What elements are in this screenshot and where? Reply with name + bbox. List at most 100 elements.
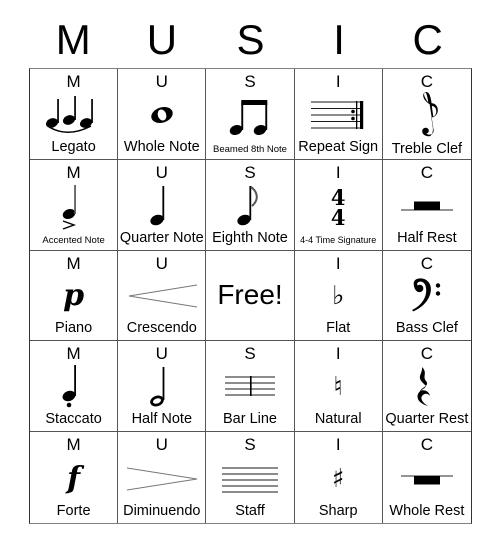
cell-label: Half Rest <box>397 229 457 246</box>
bingo-cell-treble-clef[interactable]: C Treble Clef <box>382 69 471 160</box>
eighth-note-icon <box>208 182 291 230</box>
quarter-note-icon <box>120 182 203 230</box>
whole-note-icon <box>120 91 203 139</box>
repeat-sign-icon <box>297 91 380 139</box>
bingo-cell-forte[interactable]: M f Forte <box>30 432 119 523</box>
cell-letter: I <box>335 72 341 91</box>
flat-sign-icon: ♭ <box>297 273 380 321</box>
cell-label: Half Note <box>131 411 193 428</box>
cell-label: Quarter Rest <box>385 411 469 428</box>
cell-label: Whole Note <box>123 138 200 155</box>
cell-label: Bass Clef <box>395 320 458 337</box>
bingo-cell-diminuendo[interactable]: U Diminuendo <box>118 432 207 523</box>
bass-clef-icon <box>385 273 469 321</box>
sharp-sign-glyph: ♯ <box>331 463 345 494</box>
cell-letter: S <box>244 162 256 182</box>
cell-letter: S <box>244 435 256 455</box>
cell-label: 4-4 Time Signature <box>300 234 377 245</box>
bingo-cell-half-note[interactable]: U Half Note <box>118 341 207 433</box>
bingo-cell-natural[interactable]: I ♮ Natural <box>294 341 383 433</box>
cell-letter: C <box>420 162 434 182</box>
bingo-cell-quarter-note[interactable]: U Quarter Note <box>118 159 207 251</box>
cell-letter: C <box>420 72 434 91</box>
cell-letter: M <box>66 72 81 91</box>
staccato-note-icon <box>32 363 115 411</box>
bingo-cell-eighth-note[interactable]: S Eighth Note <box>206 159 295 251</box>
bingo-cell-sharp[interactable]: I ♯ Sharp <box>294 432 383 523</box>
cell-label: Accented Note <box>42 234 105 246</box>
bingo-cell-whole-note[interactable]: U Whole Note <box>118 69 207 160</box>
bingo-cell-piano[interactable]: M p Piano <box>30 250 119 342</box>
header-letter-u: U <box>146 16 178 63</box>
bingo-cell-beamed-8th-note[interactable]: S Beamed 8th Note <box>206 69 295 160</box>
cell-label: Bar Line <box>222 411 277 428</box>
bingo-cell-flat[interactable]: I ♭ Flat <box>294 250 383 342</box>
cell-letter: U <box>155 162 168 182</box>
cell-label: Whole Rest <box>389 503 465 519</box>
cell-letter: M <box>66 344 81 364</box>
cell-letter: I <box>335 253 341 273</box>
treble-clef-icon <box>385 91 469 141</box>
quarter-rest-icon <box>385 363 469 411</box>
header-letter-s: S <box>236 16 265 63</box>
cell-label: Natural <box>314 411 362 428</box>
bingo-cell-bar-line[interactable]: S Bar Line <box>206 341 295 433</box>
cell-letter: S <box>244 344 256 364</box>
dynamic-piano-icon: p <box>32 273 115 321</box>
natural-sign-glyph: ♮ <box>333 372 343 403</box>
bingo-cell-quarter-rest[interactable]: C Quarter Rest <box>382 341 471 433</box>
cell-letter: U <box>155 435 168 455</box>
cell-label: Flat <box>326 320 351 337</box>
bingo-cell-staccato[interactable]: M Staccato <box>30 341 119 433</box>
crescendo-hairpin-icon <box>120 273 203 321</box>
legato-slurred-notes-icon <box>32 91 115 139</box>
bingo-cell-time-signature[interactable]: I 4 4 4-4 Time Signature <box>294 159 383 251</box>
cell-label: Diminuendo <box>123 503 201 519</box>
cell-label: Legato <box>51 138 96 155</box>
bingo-cell-free-space[interactable]: Free! <box>206 250 295 342</box>
time-signature-icon: 4 4 <box>297 182 380 234</box>
half-note-icon <box>120 363 203 411</box>
dynamic-piano-glyph: p <box>63 278 85 314</box>
bingo-cell-repeat-sign[interactable]: I Repeat Sign <box>294 69 383 160</box>
cell-label: Eighth Note <box>212 229 288 246</box>
bingo-cell-legato[interactable]: M Legato <box>30 69 119 160</box>
header-letter-c: C <box>412 16 443 63</box>
natural-sign-icon: ♮ <box>297 363 380 411</box>
bingo-cell-crescendo[interactable]: U Crescendo <box>118 250 207 342</box>
bingo-cell-accented-note[interactable]: M Accented Note <box>30 159 119 251</box>
cell-label: Beamed 8th Note <box>213 143 287 155</box>
bass-clef-wrap: C <box>385 254 469 273</box>
cell-letter: M <box>66 253 81 273</box>
header-letter-m: M <box>55 16 91 63</box>
cell-label: Crescendo <box>126 320 197 337</box>
music-bingo-card: M U S I C M Legato U Whole Note S Beamed… <box>0 0 500 544</box>
accented-note-icon <box>32 182 115 234</box>
whole-rest-icon <box>385 454 469 503</box>
bingo-cell-bass-clef[interactable]: C Bass Clef <box>382 250 471 342</box>
free-space-label: Free! <box>217 279 283 311</box>
cell-letter: U <box>155 253 168 273</box>
bingo-cell-whole-rest[interactable]: C Whole Rest <box>382 432 471 523</box>
cell-letter: M <box>66 162 81 182</box>
cell-label: Treble Clef <box>391 141 463 157</box>
cell-letter: I <box>335 344 341 364</box>
dynamic-forte-glyph: f <box>67 460 81 496</box>
cell-letter: M <box>66 435 81 455</box>
bingo-cell-staff[interactable]: S Staff <box>206 432 295 523</box>
cell-letter: S <box>244 72 256 91</box>
cell-letter: U <box>155 344 168 364</box>
cell-letter: I <box>335 435 341 455</box>
time-signature-bottom: 4 <box>330 204 346 230</box>
cell-label: Staff <box>235 503 265 519</box>
half-rest-icon <box>385 182 469 230</box>
cell-label: Forte <box>56 503 91 519</box>
cell-label: Piano <box>55 320 93 337</box>
cell-letter: I <box>335 162 341 182</box>
bingo-cell-half-rest[interactable]: C Half Rest <box>382 159 471 251</box>
cell-letter: C <box>420 435 434 455</box>
sharp-sign-icon: ♯ <box>297 454 380 503</box>
cell-label: Repeat Sign <box>298 138 379 155</box>
bar-line-icon <box>208 363 291 411</box>
diminuendo-hairpin-icon <box>120 454 203 503</box>
